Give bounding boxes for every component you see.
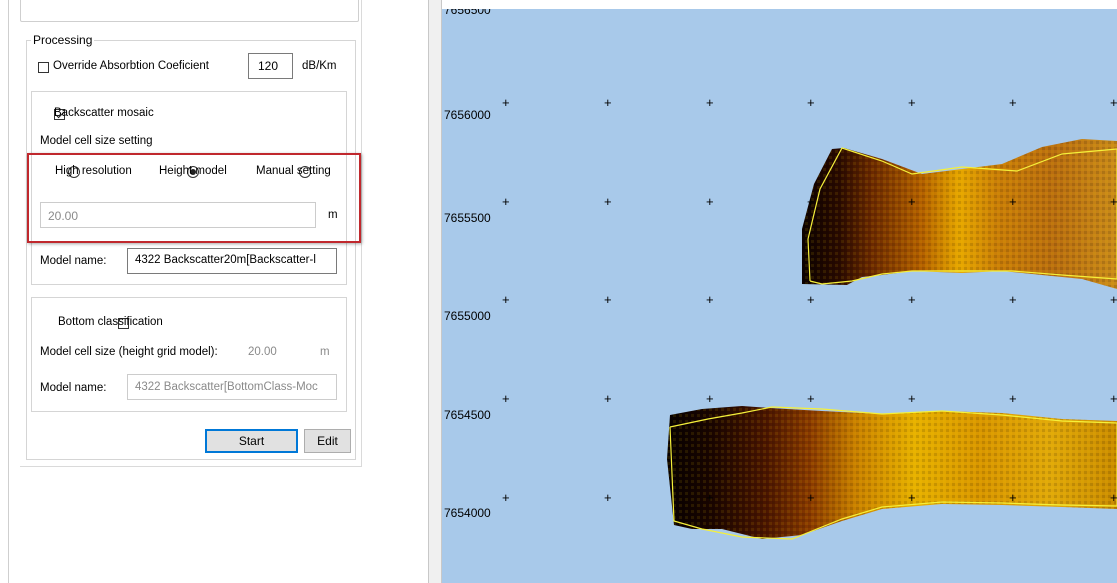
y-label-7654500: 7654500 [444,408,491,422]
grid-cross: + [908,391,916,406]
model-name-input[interactable]: 4322 Backscatter20m[Backscatter-l [127,248,337,274]
grid-cross: + [807,490,815,505]
cell-size-value: 20.00 [48,209,79,223]
radio-manual-setting-label[interactable]: Manual setting [256,165,331,177]
grid-cross: + [1009,95,1017,110]
edit-button[interactable]: Edit [304,429,351,453]
override-absorption-checkbox[interactable] [38,62,49,73]
grid-cross: + [706,490,714,505]
cell-size-unit: m [328,209,338,221]
grid-cross: + [502,194,510,209]
backscatter-mosaic-label[interactable]: Backscatter mosaic [54,107,154,119]
grid-cross: + [1110,292,1117,307]
grid-cross: + [1110,490,1117,505]
grid-cross: + [1110,194,1117,209]
y-label-7654000: 7654000 [444,506,491,520]
grid-cross: + [807,95,815,110]
bottom-cell-size-value: 20.00 [248,346,277,358]
start-button[interactable]: Start [205,429,298,453]
grid-cross: + [502,292,510,307]
grid-cross: + [502,391,510,406]
edit-button-label: Edit [317,434,338,448]
grid-cross: + [604,194,612,209]
bottom-model-name-value: 4322 Backscatter[BottomClass-Moc [135,381,318,393]
settings-panel: Processing Override Absorbtion Coeficien… [0,0,428,583]
bottom-cell-size-label: Model cell size (height grid model): [40,346,218,358]
grid-cross: + [908,490,916,505]
cell-size-input[interactable]: 20.00 [40,202,316,228]
grid-cross: + [706,292,714,307]
grid-cross: + [908,292,916,307]
panel-left-border [8,0,9,583]
map-view[interactable]: 7656500 7656000 7655500 7655000 7654500 … [442,9,1117,583]
start-button-label: Start [238,434,265,448]
grid-cross: + [1009,194,1017,209]
model-name-value: 4322 Backscatter20m[Backscatter-l [135,254,316,266]
radio-height-model-label[interactable]: Height model [159,165,227,177]
grid-cross: + [1009,391,1017,406]
processing-group-title: Processing [31,33,95,47]
grid-cross: + [1110,391,1117,406]
grid-cross: + [908,194,916,209]
model-name-label: Model name: [40,255,107,267]
grid-cross: + [604,490,612,505]
bottom-classification-label[interactable]: Bottom classification [58,316,163,328]
grid-cross: + [807,391,815,406]
bottom-cell-size-unit: m [320,346,330,358]
grid-cross: + [706,95,714,110]
y-label-7656500: 7656500 [444,9,491,17]
radio-high-resolution-label[interactable]: High resolution [55,165,132,177]
absorption-value: 120 [258,59,279,73]
grid-cross: + [604,391,612,406]
cell-size-heading: Model cell size setting [40,135,153,147]
grid-cross: + [807,194,815,209]
grid-cross: + [604,95,612,110]
grid-cross: + [706,194,714,209]
grid-cross: + [908,95,916,110]
absorption-unit: dB/Km [302,60,337,72]
grid-cross: + [706,391,714,406]
grid-cross: + [604,292,612,307]
panel-splitter[interactable] [428,0,442,583]
absorption-input[interactable]: 120 [248,53,293,79]
grid-cross: + [1110,95,1117,110]
override-absorption-label[interactable]: Override Absorbtion Coeficient [53,60,209,72]
y-label-7655500: 7655500 [444,211,491,225]
grid-cross: + [502,95,510,110]
y-label-7655000: 7655000 [444,309,491,323]
y-label-7656000: 7656000 [444,108,491,122]
bottom-model-name-input[interactable]: 4322 Backscatter[BottomClass-Moc [127,374,337,400]
grid-cross: + [807,292,815,307]
bottom-model-name-label: Model name: [40,382,107,394]
grid-cross: + [1009,292,1017,307]
grid-cross: + [1009,490,1017,505]
grid-cross: + [502,490,510,505]
